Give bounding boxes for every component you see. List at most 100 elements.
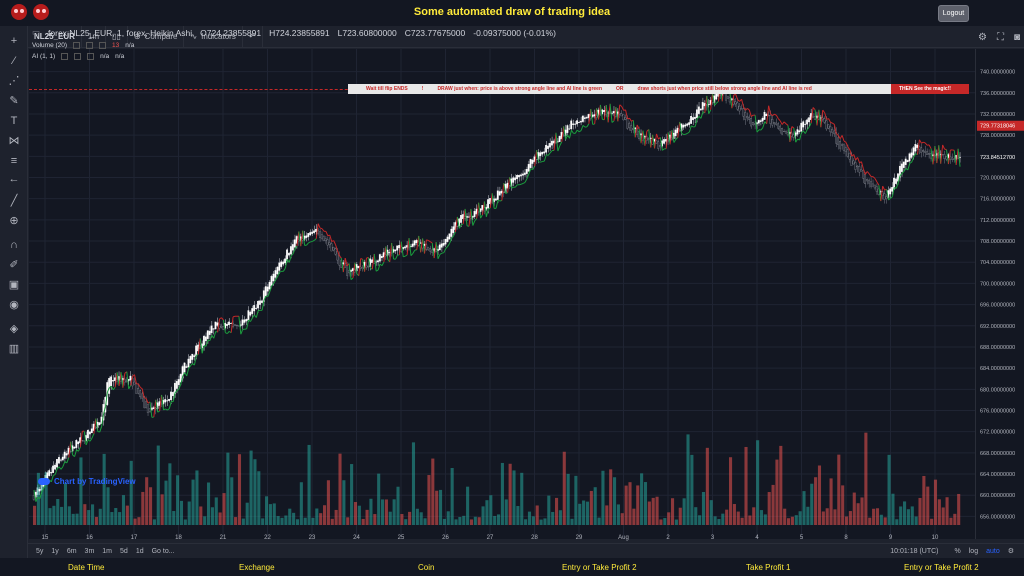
- candle-body: [757, 120, 760, 124]
- price-axis[interactable]: 740.00000000 736.00000000 732.00000000 728.…: [975, 49, 1024, 539]
- time-axis[interactable]: 15161718212223242526272829Aug23458910111…: [29, 529, 1024, 543]
- volume-bar: [481, 506, 485, 525]
- volume-bar: [48, 508, 52, 525]
- price-axis-canvas: 740.00000000 736.00000000 732.00000000 728.…: [977, 70, 1024, 520]
- candle-body: [699, 108, 702, 111]
- volume-bar: [326, 480, 330, 525]
- chart-area[interactable]: [29, 49, 1024, 539]
- candle-body: [438, 244, 441, 251]
- price-tick-label: 656.00000000: [980, 514, 1015, 520]
- range-1y[interactable]: 1y: [51, 548, 58, 555]
- ai-line-segment: [321, 228, 325, 232]
- ai-line-segment: [439, 252, 443, 255]
- settings-icon[interactable]: ⚙: [978, 32, 987, 43]
- range-5d[interactable]: 5d: [120, 548, 128, 555]
- candle-body: [460, 215, 462, 223]
- candle-body: [759, 120, 762, 122]
- volume-bar: [365, 509, 369, 525]
- candle-body: [576, 120, 578, 125]
- candle-body: [657, 141, 660, 149]
- candle-body: [873, 184, 876, 189]
- ai-line-segment: [768, 105, 772, 115]
- study-settings-icon[interactable]: [86, 42, 94, 49]
- candle-body: [840, 144, 843, 146]
- percent-toggle[interactable]: %: [955, 548, 961, 555]
- trend-line-icon[interactable]: ⁄: [6, 54, 22, 68]
- ai-visibility-icon[interactable]: [61, 53, 69, 60]
- eye-icon[interactable]: ◉: [6, 298, 22, 312]
- candle-body: [32, 495, 35, 500]
- range-1m[interactable]: 1m: [102, 548, 112, 555]
- layers-icon[interactable]: ◈: [6, 322, 22, 336]
- candle-body: [904, 158, 907, 165]
- range-1d[interactable]: 1d: [136, 548, 144, 555]
- stay-drawing-icon[interactable]: ✐: [6, 258, 22, 272]
- prediction-icon[interactable]: ≡: [6, 154, 22, 168]
- volume-bar: [725, 509, 729, 525]
- fullscreen-icon[interactable]: ⛶: [997, 32, 1004, 43]
- magnet-icon[interactable]: ∩: [6, 238, 22, 252]
- ai-line-segment: [472, 220, 476, 226]
- candle-body: [527, 164, 530, 172]
- volume-bar: [164, 480, 168, 525]
- time-tick-label: 25: [398, 535, 405, 541]
- candle-body: [413, 240, 416, 246]
- series-title[interactable]: forex:NL25_EUR, 1, forex, Heikin Ashi: [48, 28, 192, 38]
- zoom-in-icon[interactable]: ⊕: [6, 214, 22, 228]
- crosshair-icon[interactable]: +: [6, 34, 22, 48]
- candle-body: [177, 379, 180, 386]
- range-3m[interactable]: 3m: [85, 548, 95, 555]
- candle-body: [264, 286, 267, 297]
- ai-settings-icon[interactable]: [74, 53, 82, 60]
- candle-body: [193, 355, 196, 357]
- candle-body: [83, 440, 85, 442]
- pitchfork-icon[interactable]: ⋰: [6, 74, 22, 88]
- volume-study-label[interactable]: Volume (20): [32, 42, 67, 49]
- candle-body: [620, 113, 623, 117]
- log-toggle[interactable]: log: [969, 548, 978, 555]
- back-arrow-icon[interactable]: ←: [6, 172, 22, 186]
- range-6m[interactable]: 6m: [67, 548, 77, 555]
- volume-bar: [226, 452, 230, 525]
- tradingview-watermark[interactable]: Chart by TradingView: [38, 477, 136, 486]
- candle-body: [276, 266, 279, 275]
- study-close-icon[interactable]: [99, 42, 107, 49]
- settings-gear-icon[interactable]: ⚙: [1008, 547, 1014, 555]
- pattern-icon[interactable]: ⋈: [6, 134, 22, 148]
- volume-bar: [667, 512, 671, 525]
- ai-close-icon[interactable]: [87, 53, 95, 60]
- candle-body: [291, 244, 294, 251]
- candle-body: [763, 111, 766, 120]
- volume-bar: [396, 486, 400, 525]
- candle-body: [108, 378, 111, 394]
- candle-body: [247, 310, 250, 321]
- brush-icon[interactable]: ✎: [6, 94, 22, 108]
- volume-bar: [535, 505, 539, 525]
- lock-icon[interactable]: ▣: [6, 278, 22, 292]
- camera-icon[interactable]: ◙: [1014, 32, 1020, 43]
- ai-line-segment: [77, 446, 81, 452]
- candle-body: [798, 130, 801, 133]
- trash-icon[interactable]: ▥: [6, 342, 22, 356]
- ai-line-segment: [288, 255, 292, 263]
- candle-body: [328, 242, 331, 245]
- volume-bar: [87, 510, 91, 525]
- chart-canvas[interactable]: [29, 49, 1024, 539]
- volume-bar: [179, 500, 184, 525]
- ruler-icon[interactable]: ╱: [6, 194, 22, 208]
- range-5y[interactable]: 5y: [36, 548, 43, 555]
- goto-button[interactable]: Go to...: [152, 548, 175, 555]
- text-tool-icon[interactable]: T: [6, 114, 22, 128]
- annotation-banner[interactable]: Wait till flip ENDS ! DRAW just when: pr…: [348, 84, 894, 94]
- volume-bar: [288, 508, 292, 525]
- ai-study-label[interactable]: AI (1, 1): [32, 53, 55, 60]
- logout-button[interactable]: Logout: [938, 5, 969, 22]
- candle-body: [539, 152, 542, 157]
- volume-bar: [949, 517, 953, 525]
- study-visibility-icon[interactable]: [73, 42, 81, 49]
- clock-time[interactable]: 10:01:18 (UTC): [890, 548, 938, 555]
- candle-body: [494, 198, 497, 201]
- auto-toggle[interactable]: auto: [986, 548, 1000, 555]
- ai-line-segment: [66, 457, 70, 464]
- magic-label[interactable]: THEN See the magic!!: [891, 84, 969, 94]
